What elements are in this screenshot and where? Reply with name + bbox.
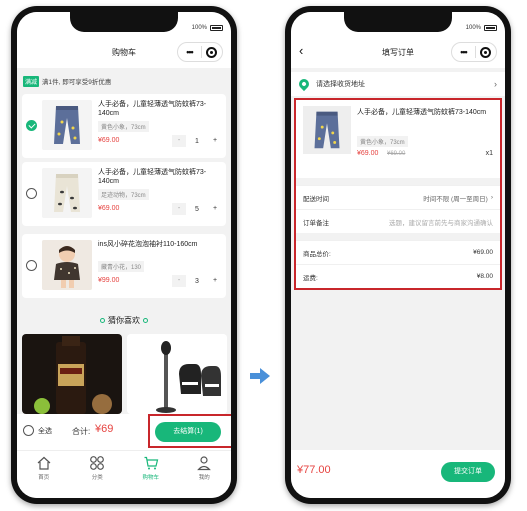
minus-button[interactable]: - bbox=[172, 203, 186, 215]
promo-tag: 满减 bbox=[23, 75, 40, 87]
tab-bar: 首页 分类 购物车 我的 bbox=[17, 450, 231, 498]
product-image[interactable] bbox=[42, 240, 92, 290]
location-pin-icon bbox=[296, 76, 312, 92]
order-navbar: ‹ 填写订单 ••• bbox=[291, 36, 505, 68]
tab-label: 分类 bbox=[91, 475, 103, 481]
phone-notch bbox=[70, 12, 178, 32]
battery-percent: 100% bbox=[191, 25, 207, 31]
battery-icon bbox=[484, 25, 497, 31]
cart-phone: 100% 购物车 ••• 满减 满1件, 即可享受9折优惠 人手必备，儿童轻薄透… bbox=[11, 6, 237, 504]
highlight-box bbox=[294, 98, 502, 290]
category-icon bbox=[90, 456, 105, 470]
minus-button[interactable]: - bbox=[172, 275, 186, 287]
address-selector[interactable]: 请选择收货地址 › bbox=[291, 72, 505, 96]
dot-icon bbox=[100, 318, 105, 324]
page-title: 填写订单 bbox=[382, 47, 414, 57]
plus-button[interactable]: + bbox=[208, 275, 222, 287]
item-title: 人手必备，儿童轻薄透气防蚊裤73-140cm bbox=[98, 101, 207, 117]
miniprogram-capsule: ••• bbox=[451, 42, 497, 62]
quantity-value[interactable]: 3 bbox=[186, 278, 208, 285]
product-image[interactable] bbox=[42, 100, 92, 150]
cart-item[interactable]: 人手必备，儿童轻薄透气防蚊裤73-140cm 足迹动物，73cm ¥69.00 … bbox=[22, 162, 226, 226]
close-target-icon[interactable] bbox=[202, 46, 222, 58]
item-title: ins风小碎花泡泡袖衬110-160cm bbox=[98, 241, 198, 248]
tab-cart[interactable]: 购物车 bbox=[124, 451, 178, 498]
item-checkbox[interactable] bbox=[26, 188, 37, 199]
quantity-value[interactable]: 1 bbox=[186, 138, 208, 145]
recommend-card[interactable] bbox=[22, 334, 122, 414]
select-all-checkbox[interactable] bbox=[23, 425, 34, 436]
item-price: ¥69.00 bbox=[98, 137, 120, 144]
total-label: 合计: bbox=[72, 427, 91, 436]
recommend-heading: 猜你喜欢 bbox=[17, 315, 231, 326]
plus-button[interactable]: + bbox=[208, 135, 222, 147]
recommend-card[interactable] bbox=[127, 334, 227, 414]
quantity-stepper: - 1 + bbox=[172, 135, 222, 147]
submit-bar: ¥77.00 提交订单 bbox=[291, 450, 505, 498]
recommend-title: 猜你喜欢 bbox=[108, 316, 140, 325]
order-phone: 100% ‹ 填写订单 ••• 请选择收货地址 › 人手必备，儿童轻薄透气防蚊裤… bbox=[285, 6, 511, 504]
submit-order-button[interactable]: 提交订单 bbox=[441, 462, 495, 482]
liquor-bottle-image bbox=[22, 334, 122, 414]
highlight-box bbox=[148, 414, 231, 448]
total-value: ¥69 bbox=[95, 423, 114, 435]
item-title: 人手必备，儿童轻薄透气防蚊裤73-140cm bbox=[98, 169, 207, 185]
minus-button[interactable]: - bbox=[172, 135, 186, 147]
tab-label: 首页 bbox=[38, 475, 50, 481]
plus-button[interactable]: + bbox=[208, 203, 222, 215]
battery-icon bbox=[210, 25, 223, 31]
dot-icon bbox=[143, 318, 148, 324]
user-icon bbox=[197, 456, 212, 471]
tab-category[interactable]: 分类 bbox=[71, 451, 125, 498]
quantity-value[interactable]: 5 bbox=[186, 206, 208, 213]
battery-percent: 100% bbox=[465, 25, 481, 31]
more-icon[interactable]: ••• bbox=[452, 47, 475, 57]
cart-item[interactable]: 人手必备，儿童轻薄透气防蚊裤73-140cm 黄色小象，73cm ¥69.00 … bbox=[22, 94, 226, 158]
item-spec[interactable]: 藏青小花，130 bbox=[98, 261, 145, 272]
quantity-stepper: - 5 + bbox=[172, 203, 222, 215]
item-spec[interactable]: 黄色小象，73cm bbox=[98, 121, 149, 132]
cart-navbar: 购物车 ••• bbox=[17, 36, 231, 68]
page-title: 购物车 bbox=[112, 47, 136, 57]
item-price: ¥69.00 bbox=[98, 205, 120, 212]
boxing-gloves-image bbox=[127, 334, 227, 414]
tab-label: 购物车 bbox=[142, 475, 159, 481]
chevron-right-icon: › bbox=[494, 79, 497, 89]
quantity-stepper: - 3 + bbox=[172, 275, 222, 287]
order-screen: 100% ‹ 填写订单 ••• 请选择收货地址 › 人手必备，儿童轻薄透气防蚊裤… bbox=[291, 12, 505, 498]
promo-text: 满1件, 即可享受9折优惠 bbox=[42, 79, 112, 86]
item-checkbox[interactable] bbox=[26, 120, 37, 131]
pay-total: ¥77.00 bbox=[297, 464, 331, 476]
item-checkbox[interactable] bbox=[26, 260, 37, 271]
tab-home[interactable]: 首页 bbox=[17, 451, 71, 498]
close-target-icon[interactable] bbox=[476, 46, 496, 58]
select-all-label: 全选 bbox=[38, 427, 52, 435]
more-icon[interactable]: ••• bbox=[178, 47, 201, 57]
cart-screen: 100% 购物车 ••• 满减 满1件, 即可享受9折优惠 人手必备，儿童轻薄透… bbox=[17, 12, 231, 498]
home-icon bbox=[37, 456, 51, 470]
item-price: ¥99.00 bbox=[98, 277, 120, 284]
tab-profile[interactable]: 我的 bbox=[178, 451, 232, 498]
promo-banner: 满减 满1件, 即可享受9折优惠 bbox=[17, 72, 231, 90]
back-icon[interactable]: ‹ bbox=[299, 44, 303, 58]
item-spec[interactable]: 足迹动物，73cm bbox=[98, 189, 149, 200]
tab-label: 我的 bbox=[198, 475, 210, 481]
cart-icon bbox=[144, 456, 159, 470]
select-all[interactable]: 全选 bbox=[23, 425, 52, 436]
address-placeholder: 请选择收货地址 bbox=[316, 81, 365, 88]
miniprogram-capsule: ••• bbox=[177, 42, 223, 62]
arrow-right-icon bbox=[250, 368, 270, 384]
phone-notch bbox=[344, 12, 452, 32]
product-image[interactable] bbox=[42, 168, 92, 218]
cart-item[interactable]: ins风小碎花泡泡袖衬110-160cm 藏青小花，130 ¥99.00 - 3… bbox=[22, 234, 226, 298]
